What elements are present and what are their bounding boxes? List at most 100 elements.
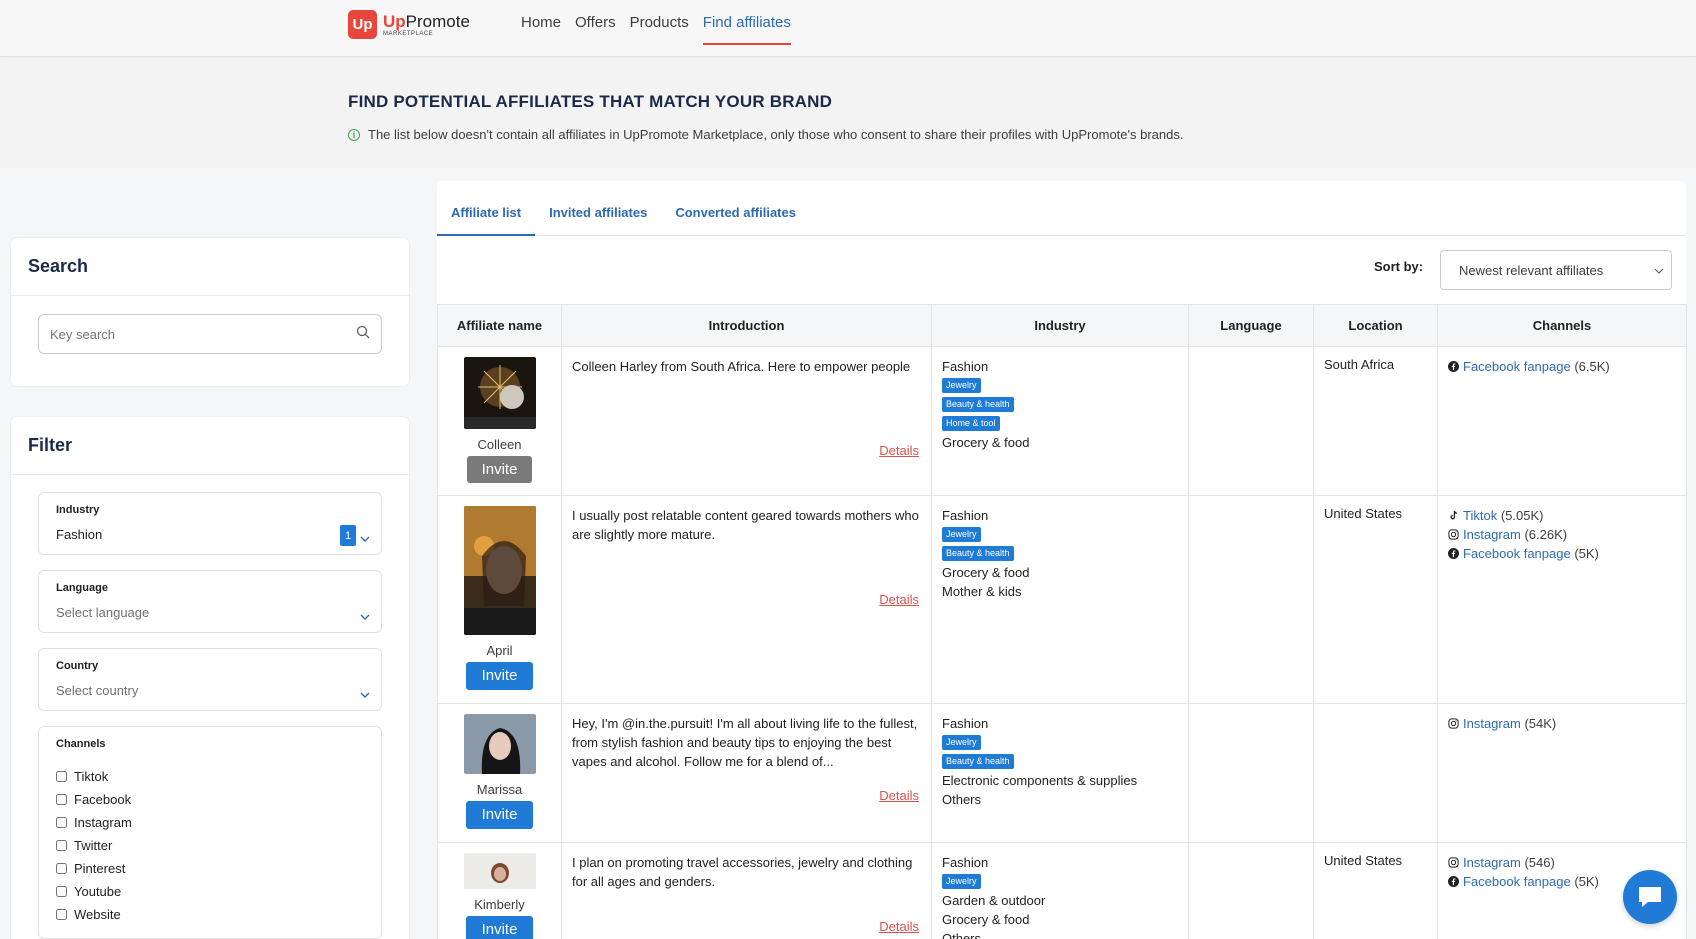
channel-option-youtube[interactable]: Youtube [56,880,132,903]
search-icon[interactable] [356,325,370,339]
channel-option-twitter[interactable]: Twitter [56,834,132,857]
page-note-text: The list below doesn't contain all affil… [368,127,1184,142]
facebook-icon [1448,548,1459,559]
channel-entry: Facebook fanpage (5K) [1448,544,1676,563]
avatar[interactable] [463,714,536,774]
main-nav: Home Offers Products Find affiliates [521,14,805,45]
channel-option-tiktok[interactable]: Tiktok [56,765,132,788]
nav-find-affiliates[interactable]: Find affiliates [702,14,791,45]
invite-button[interactable]: Invite [466,662,533,690]
channels-filter-label: Channels [56,738,106,750]
invite-button[interactable]: Invite [466,801,533,829]
channel-checkbox[interactable] [56,863,67,874]
channel-option-website[interactable]: Website [56,903,132,926]
introduction-cell: Colleen Harley from South Africa. Here t… [561,346,932,496]
channel-link[interactable]: Tiktok [1463,506,1497,525]
channel-link[interactable]: Instagram [1463,714,1521,733]
chevron-down-icon[interactable] [359,533,371,545]
instagram-icon [1448,718,1459,729]
industry-tag: Beauty & health [942,546,1014,561]
page-note: i The list below doesn't contain all aff… [348,127,1183,142]
chevron-down-icon[interactable] [359,611,371,623]
language-filter[interactable]: Language Select language [38,570,382,633]
instagram-icon [1448,857,1459,868]
nav-products[interactable]: Products [630,14,689,45]
channel-checkbox[interactable] [56,840,67,851]
channel-count: (5K) [1574,874,1599,889]
logo-name: UpPromote [383,11,470,31]
industry-name: Fashion [942,508,989,523]
chevron-down-icon[interactable] [359,689,371,701]
industry-cell: Fashion Jewelry Beauty & health Home & t… [931,346,1189,496]
channel-link[interactable]: Instagram [1463,525,1521,544]
channel-link[interactable]: Facebook fanpage [1463,544,1571,563]
column-header-affiliate-name[interactable]: Affiliate name [437,304,562,347]
industry-name: Electronic components & supplies [942,773,1138,788]
country-filter[interactable]: Country Select country [38,648,382,711]
industry-name: Garden & outdoor [942,893,1046,908]
channel-checkbox[interactable] [56,909,67,920]
search-input[interactable] [39,315,329,353]
tab-affiliate-list[interactable]: Affiliate list [437,181,536,236]
language-cell [1188,842,1314,939]
live-chat-button[interactable] [1623,870,1677,924]
channel-checkbox[interactable] [56,771,67,782]
channels-filter: Channels Tiktok Facebook Instagram Twitt… [38,726,382,939]
sort-select-value: Newest relevant affiliates [1459,263,1604,278]
industry-name: Grocery & food [942,435,1030,450]
affiliate-list-panel: Affiliate list Invited affiliates Conver… [437,181,1687,939]
details-link[interactable]: Details [879,590,919,609]
avatar[interactable] [463,506,536,635]
tab-invited-affiliates[interactable]: Invited affiliates [535,181,661,236]
details-link[interactable]: Details [879,441,919,460]
details-link[interactable]: Details [879,786,919,805]
nav-home[interactable]: Home [521,14,561,45]
table-row: April Invite I usually post relatable co… [437,495,1687,704]
channel-count: (6.5K) [1574,359,1610,374]
avatar[interactable] [463,357,536,429]
chat-bubble-icon [1639,887,1661,907]
affiliate-tabs: Affiliate list Invited affiliates Conver… [437,181,1686,236]
channel-entry: Tiktok (5.05K) [1448,506,1676,525]
industry-name: Others [942,931,982,939]
country-filter-placeholder: Select country [56,683,139,698]
search-title: Search [11,238,409,296]
industry-filter-value: Fashion [56,527,103,542]
facebook-icon [1448,361,1459,372]
channel-count: (6.26K) [1524,527,1568,542]
column-header-language: Language [1188,304,1314,347]
industry-tag: Jewelry [942,874,981,889]
industry-cell: Fashion Jewelry Beauty & health Electron… [931,703,1189,843]
language-filter-placeholder: Select language [56,605,150,620]
sort-select[interactable]: Newest relevant affiliates [1440,250,1672,290]
industry-name: Grocery & food [942,565,1030,580]
channel-link[interactable]: Facebook fanpage [1463,872,1571,891]
nav-offers[interactable]: Offers [575,14,616,45]
channel-option-pinterest[interactable]: Pinterest [56,857,132,880]
uppromote-logo[interactable]: Up UpPromote MARKETPLACE [348,10,470,39]
invite-button[interactable]: Invite [467,456,532,483]
industry-name: Grocery & food [942,912,1030,927]
channel-link[interactable]: Facebook fanpage [1463,357,1571,376]
channel-entry: Instagram (6.26K) [1448,525,1676,544]
channel-link[interactable]: Instagram [1463,853,1521,872]
industry-tag: Jewelry [942,378,981,393]
table-row: Marissa Invite Hey, I'm @in.the.pursuit!… [437,703,1687,843]
logo-mark: Up [348,10,377,39]
introduction-cell: I usually post relatable content geared … [561,495,932,704]
industry-tag: Home & tool [942,416,1000,431]
industry-tag: Jewelry [942,735,981,750]
column-header-industry: Industry [931,304,1189,347]
table-row: Kimberly Invite I plan on promoting trav… [437,842,1687,939]
channel-checkbox[interactable] [56,886,67,897]
avatar[interactable] [463,853,536,889]
channel-checkbox[interactable] [56,817,67,828]
channel-checkbox[interactable] [56,794,67,805]
details-link[interactable]: Details [879,917,919,936]
channel-option-facebook[interactable]: Facebook [56,788,132,811]
industry-filter[interactable]: Industry Fashion 1 [38,492,382,555]
invite-button[interactable]: Invite [466,916,533,939]
channel-option-instagram[interactable]: Instagram [56,811,132,834]
tab-converted-affiliates[interactable]: Converted affiliates [661,181,810,236]
affiliate-name: Colleen [477,437,522,452]
